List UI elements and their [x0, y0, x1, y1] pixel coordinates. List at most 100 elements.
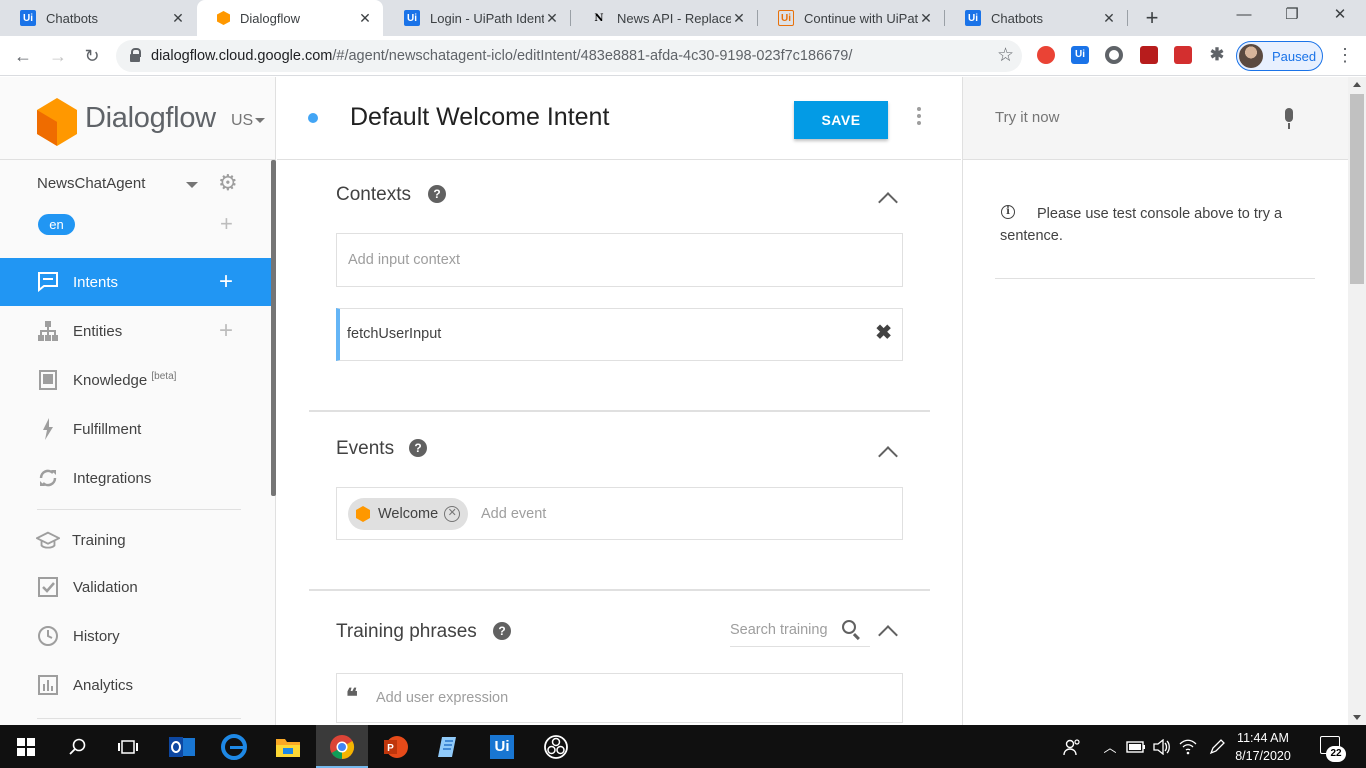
- chevron-up-icon[interactable]: [878, 446, 898, 466]
- browser-tab[interactable]: Ui Continue with UiPath ✕: [758, 0, 944, 36]
- puzzle-icon[interactable]: ✱: [1208, 46, 1226, 64]
- output-context-value[interactable]: fetchUserInput: [347, 326, 441, 342]
- minimize-button[interactable]: —: [1220, 0, 1268, 32]
- obs-icon[interactable]: [530, 725, 582, 768]
- edge-icon[interactable]: [208, 725, 260, 768]
- start-button[interactable]: [0, 725, 52, 768]
- search-icon[interactable]: [52, 725, 104, 768]
- microphone-icon[interactable]: [1282, 108, 1296, 130]
- language-chip[interactable]: en: [38, 214, 75, 235]
- scrollbar-thumb[interactable]: [1350, 94, 1364, 284]
- book-icon: [36, 368, 60, 392]
- close-icon[interactable]: ✖: [875, 323, 892, 343]
- close-icon[interactable]: ✕: [170, 10, 186, 27]
- close-icon[interactable]: ✕: [918, 10, 934, 27]
- add-entity-button[interactable]: +: [219, 319, 233, 343]
- output-context-field[interactable]: fetchUserInput ✖: [336, 308, 903, 361]
- chevron-up-icon[interactable]: [878, 192, 898, 212]
- chevron-up-icon[interactable]: ︿: [1100, 725, 1120, 768]
- search-icon[interactable]: [842, 620, 856, 634]
- event-chip[interactable]: Welcome ✕: [348, 498, 469, 530]
- sidebar-scrollbar[interactable]: [271, 160, 276, 496]
- wifi-icon[interactable]: [1176, 725, 1200, 768]
- uipath-icon[interactable]: Ui: [476, 725, 528, 768]
- help-icon[interactable]: ?: [428, 185, 446, 203]
- file-explorer-icon[interactable]: [262, 725, 314, 768]
- help-icon[interactable]: ?: [409, 439, 427, 457]
- url-text[interactable]: dialogflow.cloud.google.com/#/agent/news…: [151, 48, 852, 64]
- browser-tab[interactable]: Ui Login - UiPath Identi ✕: [384, 0, 570, 36]
- input-context-field[interactable]: Add input context: [336, 233, 903, 287]
- more-vert-icon[interactable]: [914, 107, 924, 127]
- add-event-placeholder: Add event: [481, 506, 547, 522]
- close-icon[interactable]: ✕: [544, 10, 560, 27]
- intent-title[interactable]: Default Welcome Intent: [350, 103, 609, 132]
- sidebar-item-integrations[interactable]: Integrations: [0, 454, 271, 502]
- chevron-down-icon[interactable]: [186, 182, 198, 188]
- sidebar-item-fulfillment[interactable]: Fulfillment: [0, 405, 271, 453]
- region-select[interactable]: US: [231, 112, 253, 130]
- extension-icon[interactable]: [1174, 46, 1192, 64]
- page-scrollbar[interactable]: [1348, 77, 1366, 725]
- browser-tab[interactable]: Ui Chatbots ✕: [0, 0, 196, 36]
- events-field[interactable]: Welcome ✕ Add event: [336, 487, 903, 540]
- restore-button[interactable]: ❐: [1268, 0, 1316, 32]
- profile-button[interactable]: Paused: [1236, 41, 1323, 71]
- close-icon[interactable]: ✕: [1101, 10, 1117, 27]
- sidebar-item-validation[interactable]: Validation: [0, 563, 271, 611]
- scroll-up-arrow-icon[interactable]: [1353, 82, 1361, 87]
- chevron-down-icon[interactable]: [255, 118, 265, 123]
- people-icon[interactable]: [1060, 725, 1084, 768]
- volume-icon[interactable]: [1150, 725, 1174, 768]
- browser-menu-icon[interactable]: ⋮: [1336, 45, 1354, 66]
- sidebar-item-analytics[interactable]: Analytics: [0, 661, 271, 709]
- sidebar-item-training[interactable]: Training: [0, 516, 271, 564]
- back-arrow-icon[interactable]: ←: [11, 44, 35, 68]
- outlook-icon[interactable]: [156, 725, 208, 768]
- sidebar-item-history[interactable]: History: [0, 612, 271, 660]
- add-language-button[interactable]: +: [220, 213, 233, 235]
- clock[interactable]: 11:44 AM 8/17/2020: [1232, 729, 1294, 765]
- user-expression-field[interactable]: ❝ Add user expression: [336, 673, 903, 723]
- remove-chip-icon[interactable]: ✕: [444, 506, 461, 522]
- save-button[interactable]: SAVE: [794, 101, 888, 139]
- chrome-icon[interactable]: [316, 725, 368, 768]
- search-training-field[interactable]: Search training: [730, 617, 870, 647]
- clock-icon: [36, 624, 60, 648]
- scroll-down-arrow-icon[interactable]: [1353, 715, 1361, 720]
- sidebar-item-entities[interactable]: Entities +: [0, 307, 271, 355]
- pen-icon[interactable]: [1205, 725, 1229, 768]
- help-icon[interactable]: ?: [493, 622, 511, 640]
- sidebar-header: Dialogflow US: [0, 77, 276, 160]
- reload-icon[interactable]: ↻: [80, 44, 104, 68]
- forward-arrow-icon[interactable]: →: [46, 44, 70, 68]
- browser-tab[interactable]: N News API - Replacem ✕: [571, 0, 757, 36]
- event-chip-label: Welcome: [378, 506, 439, 522]
- gear-icon[interactable]: ⚙: [218, 172, 238, 194]
- agent-selector[interactable]: NewsChatAgent: [37, 175, 145, 192]
- bookmark-star-icon[interactable]: ☆: [997, 44, 1014, 67]
- powerpoint-icon[interactable]: P: [370, 725, 422, 768]
- extension-icon[interactable]: [1105, 46, 1123, 64]
- close-icon[interactable]: ✕: [731, 10, 747, 27]
- chevron-up-icon[interactable]: [878, 625, 898, 645]
- browser-tab[interactable]: Ui Chatbots ✕: [945, 0, 1127, 36]
- close-icon[interactable]: ✕: [357, 10, 373, 27]
- task-view-icon[interactable]: [102, 725, 154, 768]
- notepad-icon[interactable]: [422, 725, 474, 768]
- sidebar-item-knowledge[interactable]: Knowledge [beta]: [0, 356, 271, 404]
- brand-name: Dialogflow: [85, 102, 216, 134]
- uipath-orange-icon: Ui: [778, 10, 794, 26]
- graduation-cap-icon: [36, 528, 60, 552]
- close-window-button[interactable]: ✕: [1316, 0, 1364, 32]
- browser-tab-active[interactable]: Dialogflow ✕: [197, 0, 383, 36]
- uipath-extension-icon[interactable]: Ui: [1071, 46, 1089, 64]
- sidebar-item-intents[interactable]: Intents +: [0, 258, 271, 306]
- new-tab-button[interactable]: +: [1140, 6, 1164, 30]
- battery-icon[interactable]: [1124, 725, 1148, 768]
- add-intent-button[interactable]: +: [219, 270, 233, 294]
- try-it-now-input[interactable]: [995, 109, 1255, 126]
- extension-icon[interactable]: [1037, 46, 1055, 64]
- address-bar[interactable]: dialogflow.cloud.google.com/#/agent/news…: [116, 40, 1022, 72]
- pdf-extension-icon[interactable]: [1140, 46, 1158, 64]
